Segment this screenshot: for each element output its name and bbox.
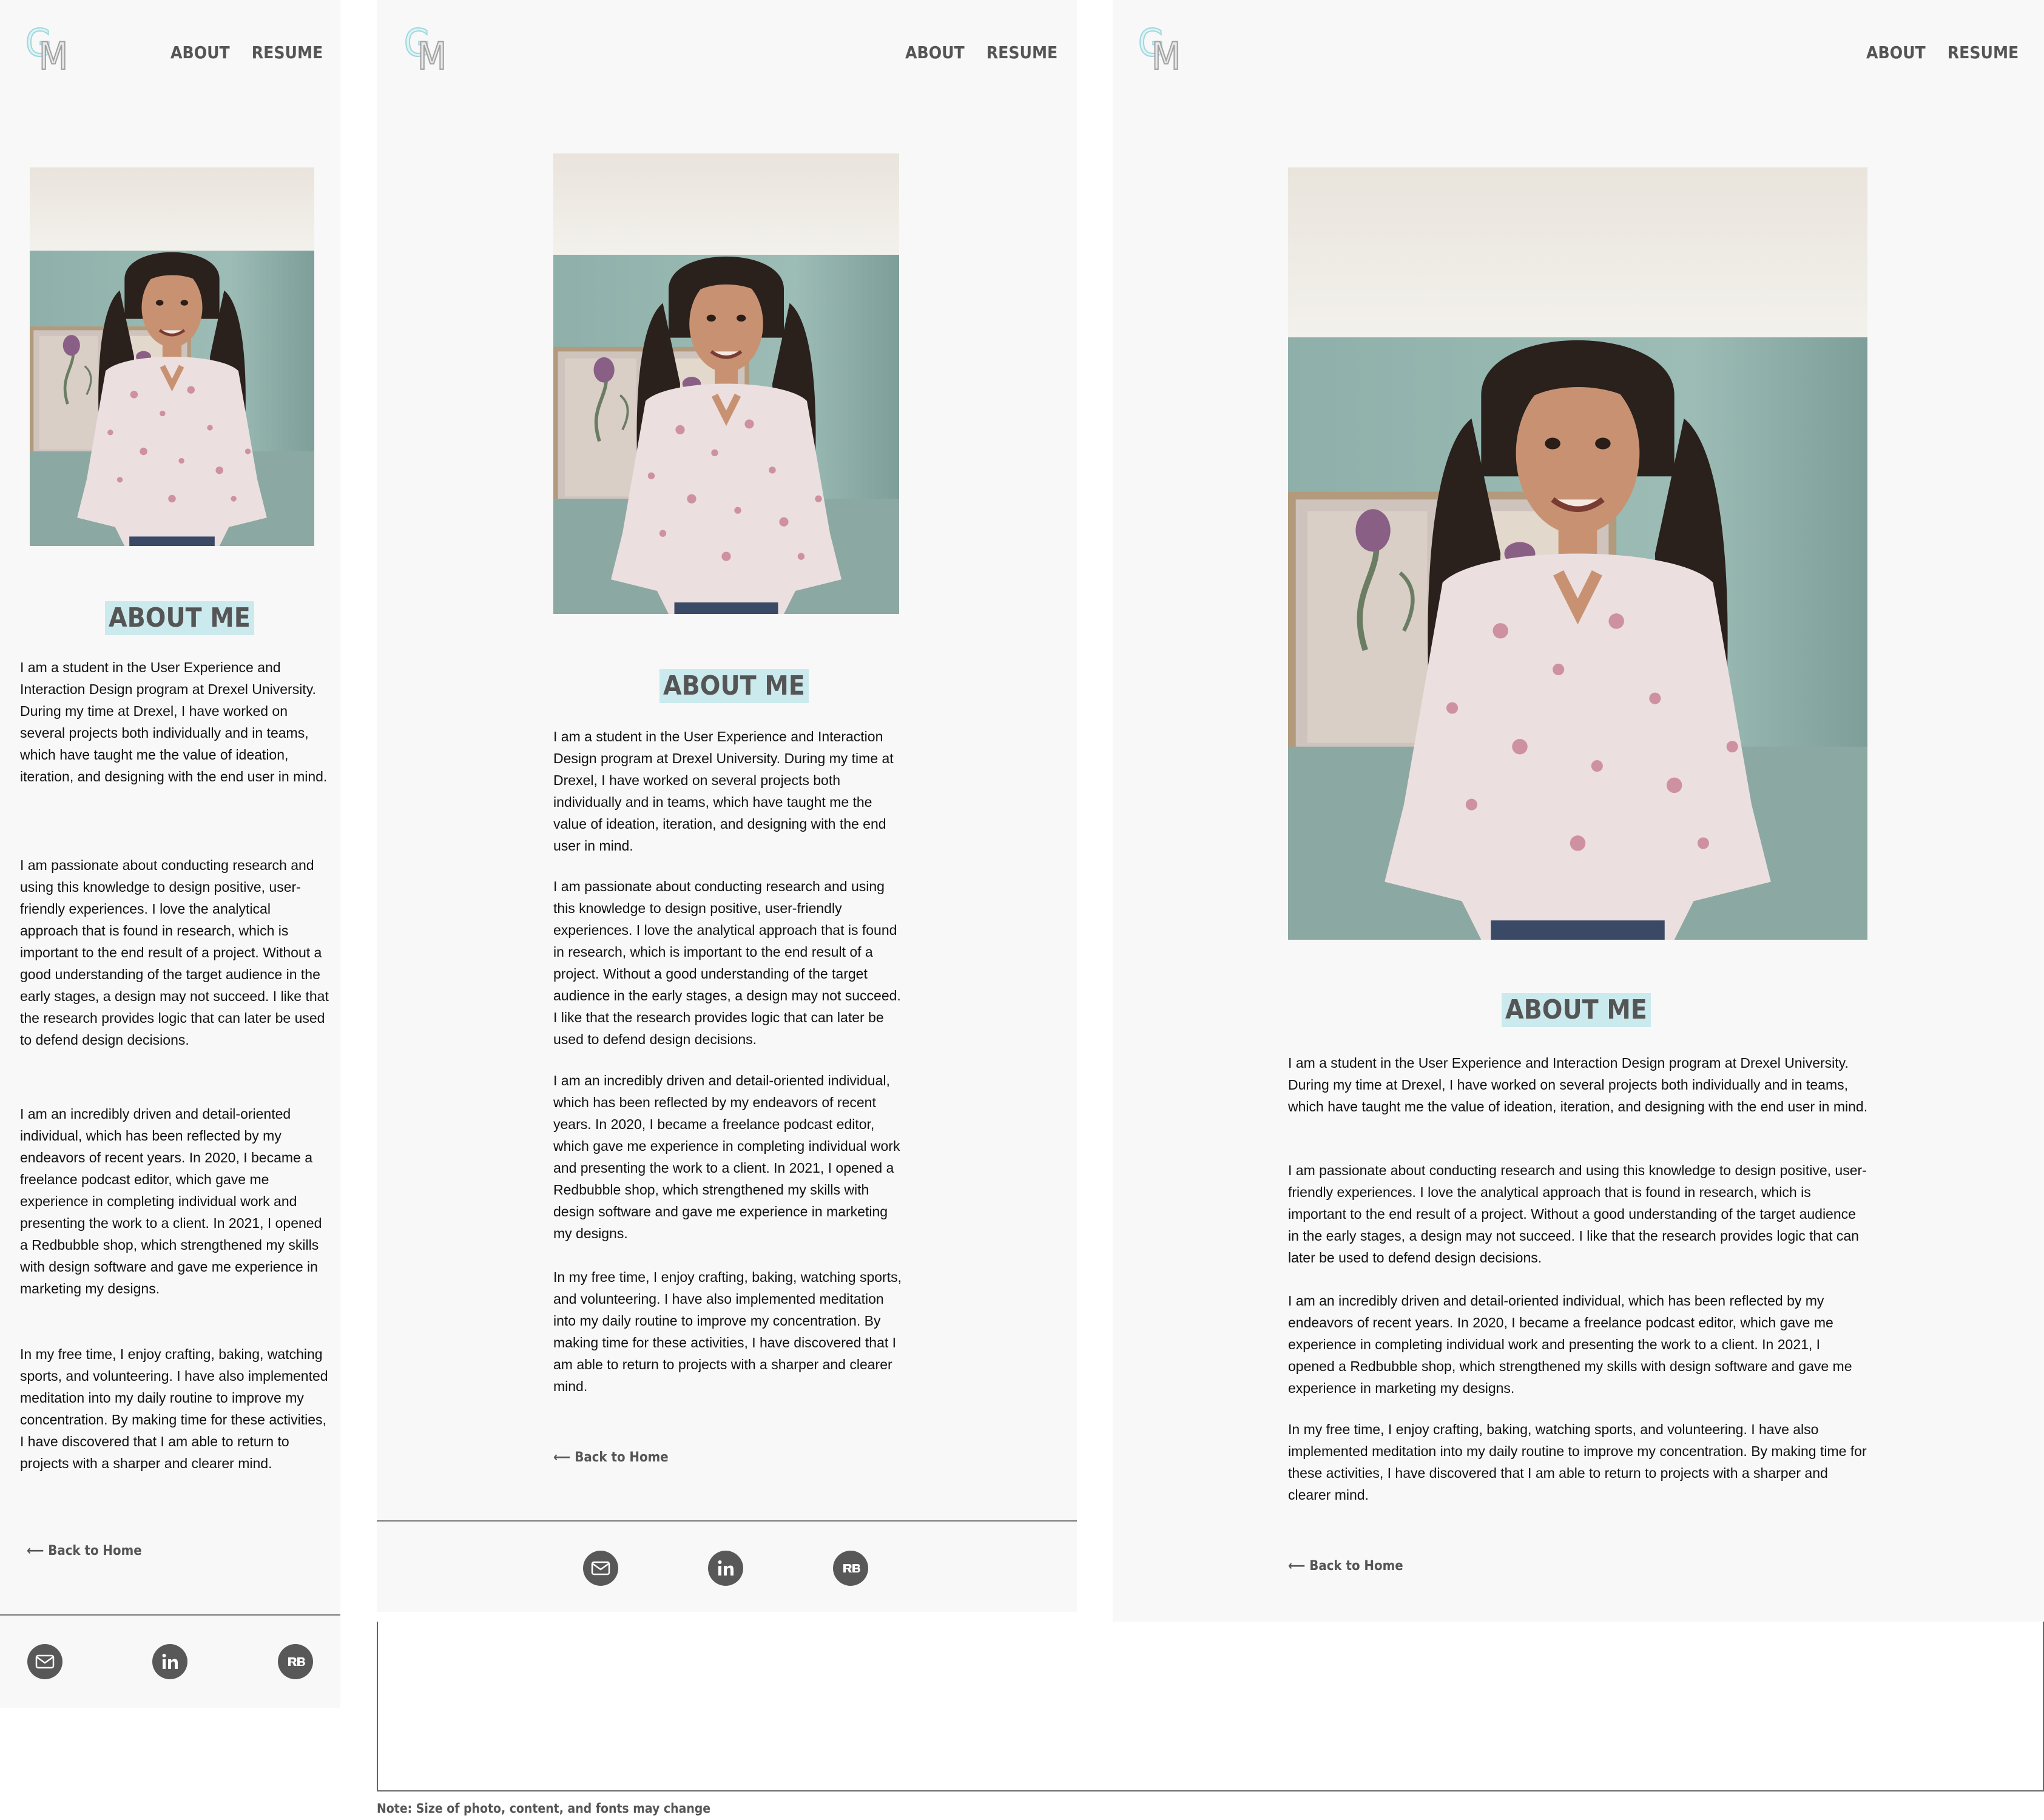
paragraph-4: In my free time, I enjoy crafting, bakin… xyxy=(1288,1421,1867,1503)
main-nav: ABOUT RESUME xyxy=(905,42,1057,62)
email-icon[interactable] xyxy=(583,1551,618,1586)
nav-resume[interactable]: RESUME xyxy=(1948,42,2019,62)
paragraph-2: I am passionate about conducting researc… xyxy=(20,857,329,1048)
paragraph-2: I am passionate about conducting researc… xyxy=(553,878,901,1047)
logo[interactable]: G M xyxy=(1138,24,1187,79)
page-title: ABOUT ME xyxy=(1502,993,1651,1027)
linkedin-icon[interactable] xyxy=(708,1551,743,1586)
paragraph-1: I am a student in the User Experience an… xyxy=(1288,1055,1868,1114)
profile-photo xyxy=(553,153,899,614)
logo[interactable]: G M xyxy=(25,24,74,79)
linkedin-icon[interactable] xyxy=(152,1644,187,1679)
redbubble-icon[interactable] xyxy=(278,1644,313,1679)
footer-divider xyxy=(377,1520,1077,1522)
back-to-home-link[interactable]: ⟵ Back to Home xyxy=(1288,1559,1403,1574)
size-note: Note: Size of photo, content, and fonts … xyxy=(377,1801,711,1816)
page-title: ABOUT ME xyxy=(105,601,254,635)
mobile-frame: G M ABOUT RESUME ABOUT ME I am a student… xyxy=(0,0,340,1708)
main-nav: ABOUT RESUME xyxy=(1866,42,2019,62)
page-title: ABOUT ME xyxy=(659,669,809,703)
email-icon[interactable] xyxy=(27,1644,62,1679)
nav-resume[interactable]: RESUME xyxy=(252,42,323,62)
paragraph-1: I am a student in the User Experience an… xyxy=(553,729,894,854)
main-nav: ABOUT RESUME xyxy=(170,42,323,62)
back-to-home-link[interactable]: ⟵ Back to Home xyxy=(27,1543,142,1559)
paragraph-1: I am a student in the User Experience an… xyxy=(20,659,328,784)
paragraph-2: I am passionate about conducting researc… xyxy=(1288,1162,1867,1266)
paragraph-4: In my free time, I enjoy crafting, bakin… xyxy=(553,1269,902,1394)
placeholder-box xyxy=(377,1622,2044,1791)
footer-divider xyxy=(0,1614,340,1616)
nav-resume[interactable]: RESUME xyxy=(987,42,1058,62)
paragraph-4: In my free time, I enjoy crafting, bakin… xyxy=(20,1346,328,1471)
profile-photo xyxy=(1288,167,1867,940)
nav-about[interactable]: ABOUT xyxy=(1866,42,1926,62)
nav-about[interactable]: ABOUT xyxy=(170,42,230,62)
back-to-home-link[interactable]: ⟵ Back to Home xyxy=(553,1450,669,1465)
redbubble-icon[interactable] xyxy=(833,1551,868,1586)
logo[interactable]: G M xyxy=(403,24,453,79)
desktop-frame: G M ABOUT RESUME ABOUT ME I am a student… xyxy=(1113,0,2044,1720)
paragraph-3: I am an incredibly driven and detail-ori… xyxy=(1288,1293,1852,1396)
paragraph-3: I am an incredibly driven and detail-ori… xyxy=(20,1106,322,1296)
tablet-frame: G M ABOUT RESUME ABOUT ME I am a student… xyxy=(377,0,1077,1612)
paragraph-3: I am an incredibly driven and detail-ori… xyxy=(553,1073,900,1241)
nav-about[interactable]: ABOUT xyxy=(905,42,965,62)
profile-photo xyxy=(30,167,314,546)
